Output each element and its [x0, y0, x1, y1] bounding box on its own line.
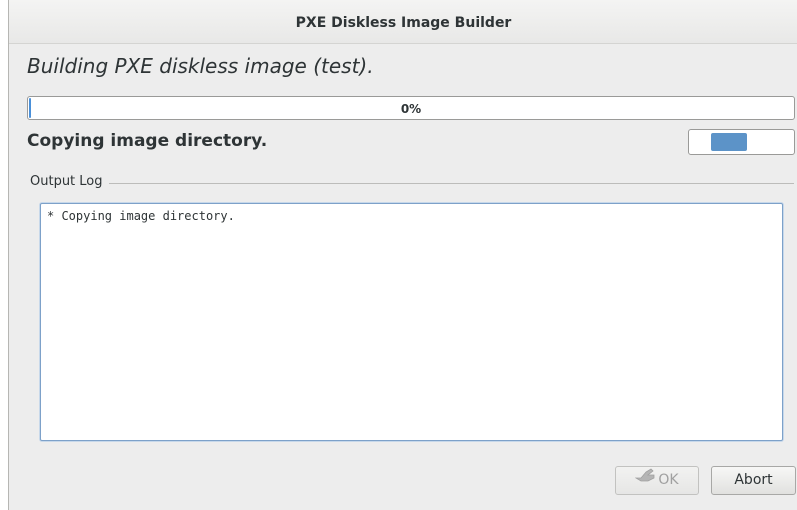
title-bar[interactable]: PXE Diskless Image Builder — [9, 0, 797, 44]
activity-indicator — [688, 129, 795, 155]
log-frame-divider — [109, 183, 794, 184]
window-title: PXE Diskless Image Builder — [295, 15, 512, 31]
progress-bar: 0% — [27, 96, 795, 120]
output-log-label: Output Log — [30, 174, 107, 189]
abort-button[interactable]: Abort — [711, 466, 796, 495]
output-log-textarea[interactable]: * Copying image directory. — [40, 203, 783, 441]
ok-button[interactable]: OK — [615, 466, 699, 495]
ok-hand-icon — [634, 465, 655, 492]
progress-label: 0% — [400, 102, 422, 116]
activity-pulse-block — [711, 133, 747, 151]
ok-button-label: OK — [658, 472, 679, 488]
status-text: Copying image directory. — [27, 131, 268, 151]
page-heading: Building PXE diskless image (test). — [27, 54, 374, 78]
builder-window: PXE Diskless Image Builder Building PXE … — [8, 0, 797, 510]
